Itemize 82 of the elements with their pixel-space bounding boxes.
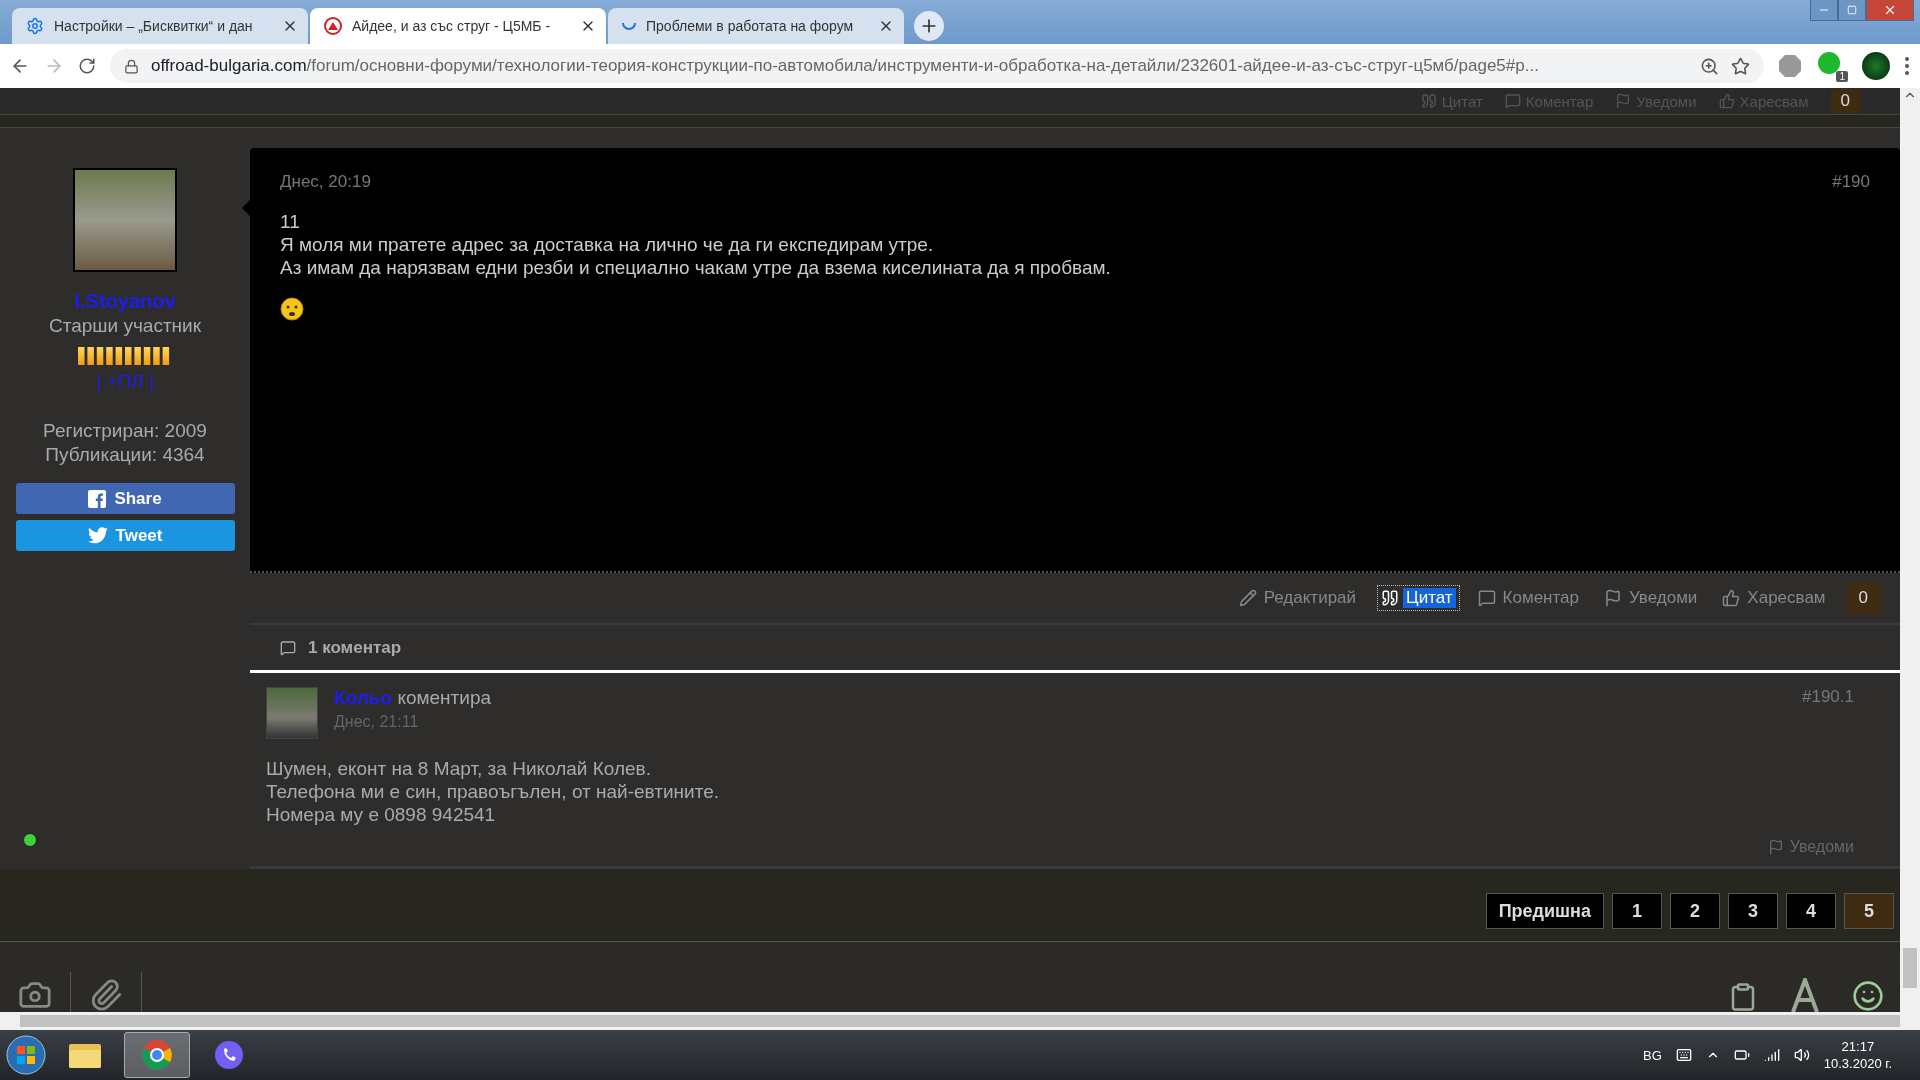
post-action-link[interactable]: Харесвам [1718,585,1833,611]
quote-icon [1381,589,1400,607]
tab-title: Настройки – „Бисквитки“ и дан [54,18,254,34]
posts-count-text: Публикации: 4364 [45,443,205,467]
post-text: Я моля ми пратете адрес за доставка на лично че да ги експедирам утре. [280,233,935,256]
photo-placeholder [266,687,318,739]
clock[interactable]: 21:17 10.3.2020 г. [1823,1039,1892,1071]
reload-icon[interactable] [78,57,96,75]
paperclip-icon [89,978,123,1012]
comments-count: 1 коментар [308,637,402,658]
page-button[interactable]: Предишна [1485,893,1604,929]
page-button[interactable]: 2 [1670,893,1720,929]
zoom-icon[interactable] [1700,56,1719,76]
new-tab-button[interactable] [914,11,944,41]
page-button[interactable]: 5 [1844,893,1894,929]
profile-avatar[interactable] [1862,52,1890,80]
tab-title: Проблеми в работата на форум [646,18,855,34]
url-text: offroad-bulgaria.com/forum/основни-форуми/технологии-теория-конструкции-по-автомобила/инструменти-и-обработка-на-детайли/232601-айдее-и-аз-със-струг-ц5мб/page5#p... [151,56,1540,76]
speech-bubble-icon [1504,93,1521,109]
browser-tab[interactable]: Проблеми в работата на форум [608,8,904,44]
language-indicator[interactable]: BG [1643,1047,1662,1063]
volume-icon[interactable] [1793,1047,1810,1063]
bookmark-star-icon[interactable] [1731,56,1750,76]
post-action-link[interactable]: Цитат [1377,585,1460,611]
speech-bubble-icon [1477,589,1496,607]
maximize-button[interactable] [1838,0,1866,21]
flag-icon [1604,589,1622,607]
menu-icon[interactable] [1904,56,1910,76]
likes-count: 0 [1830,89,1860,113]
thumbs-up-icon [1722,589,1741,607]
comment-text: Телефона ми е син, правоъгълен, от най-евтините. [266,780,720,803]
flag-icon [1767,839,1784,855]
page-button[interactable]: 1 [1612,893,1662,929]
post-action-link[interactable]: Уведоми [1600,585,1705,611]
post-number-link[interactable]: #190 [1832,172,1870,192]
font-icon[interactable] [1790,978,1820,1012]
comment-author-line: Кольо коментира [334,687,493,709]
phone-bubble-icon [213,1039,245,1071]
post-action-link[interactable]: Коментар [1473,585,1586,611]
post-text: 11 [280,210,301,233]
gear-icon [26,17,44,35]
speech-bubble-icon [280,639,296,656]
browser-logo-icon [141,1039,173,1071]
site-logo-icon [324,17,342,35]
post-date: Днес, 20:19 [280,172,371,192]
battery-icon[interactable] [1733,1047,1750,1063]
address-bar[interactable]: offroad-bulgaria.com/forum/основни-форуми/технологии-теория-конструкции-по-автомобила/инструменти-и-обработка-на-детайли/232601-айдее-и-аз-със-струг-ц5мб/page5#p... [110,49,1764,83]
comment-date: Днес, 21:11 [334,713,420,731]
bird-icon [87,527,108,544]
pencil-icon [1238,589,1257,607]
loading-spinner-icon [622,22,636,30]
lock-icon [124,58,139,74]
signal-icon[interactable] [1763,1047,1780,1063]
page-button[interactable]: 4 [1786,893,1836,929]
start-button[interactable] [6,1035,46,1075]
comment-text: Номера му е 0898 942541 [266,803,497,826]
tab-title: Айдее, и аз със струг - Ц5МБ - [352,18,552,34]
worried-face-icon [280,297,304,321]
browser-tab[interactable]: Настройки – „Бисквитки“ и дан [12,8,308,44]
registered-text: Регистриран: 2009 [43,419,207,443]
stop-sign-icon[interactable] [1778,54,1802,78]
comment-text: Шумен, еконт на 8 Март, за Николай Колев. [266,757,652,780]
extension-badge: 1 [1836,71,1848,82]
comment-number-link[interactable]: #190.1 [1802,687,1854,739]
facebook-icon [88,489,107,508]
page-button[interactable]: 3 [1728,893,1778,929]
taskbar-app[interactable] [124,1032,190,1078]
likes-count: 0 [1846,582,1880,614]
close-icon [1883,3,1897,17]
minimize-button[interactable] [1810,0,1838,21]
user-rank: Старши участник [48,315,202,337]
flag-icon [1615,93,1632,109]
maximize-icon [1847,5,1857,15]
keyboard-icon[interactable] [1675,1047,1692,1063]
post-action-link[interactable]: Редактирай [1234,585,1364,611]
thumbs-up-icon [1718,93,1735,109]
post-text: Аз имам да нарязвам едни резби и специално чакам утре да взема киселината да я пробвам. [280,256,1112,279]
smiley-icon[interactable] [1852,980,1884,1012]
share-button[interactable]: Share [15,483,235,514]
tweet-button[interactable]: Tweet [15,520,235,551]
browser-tab[interactable]: Айдее, и аз със струг - Ц5МБ - [310,8,606,44]
quote-icon [1420,93,1437,109]
